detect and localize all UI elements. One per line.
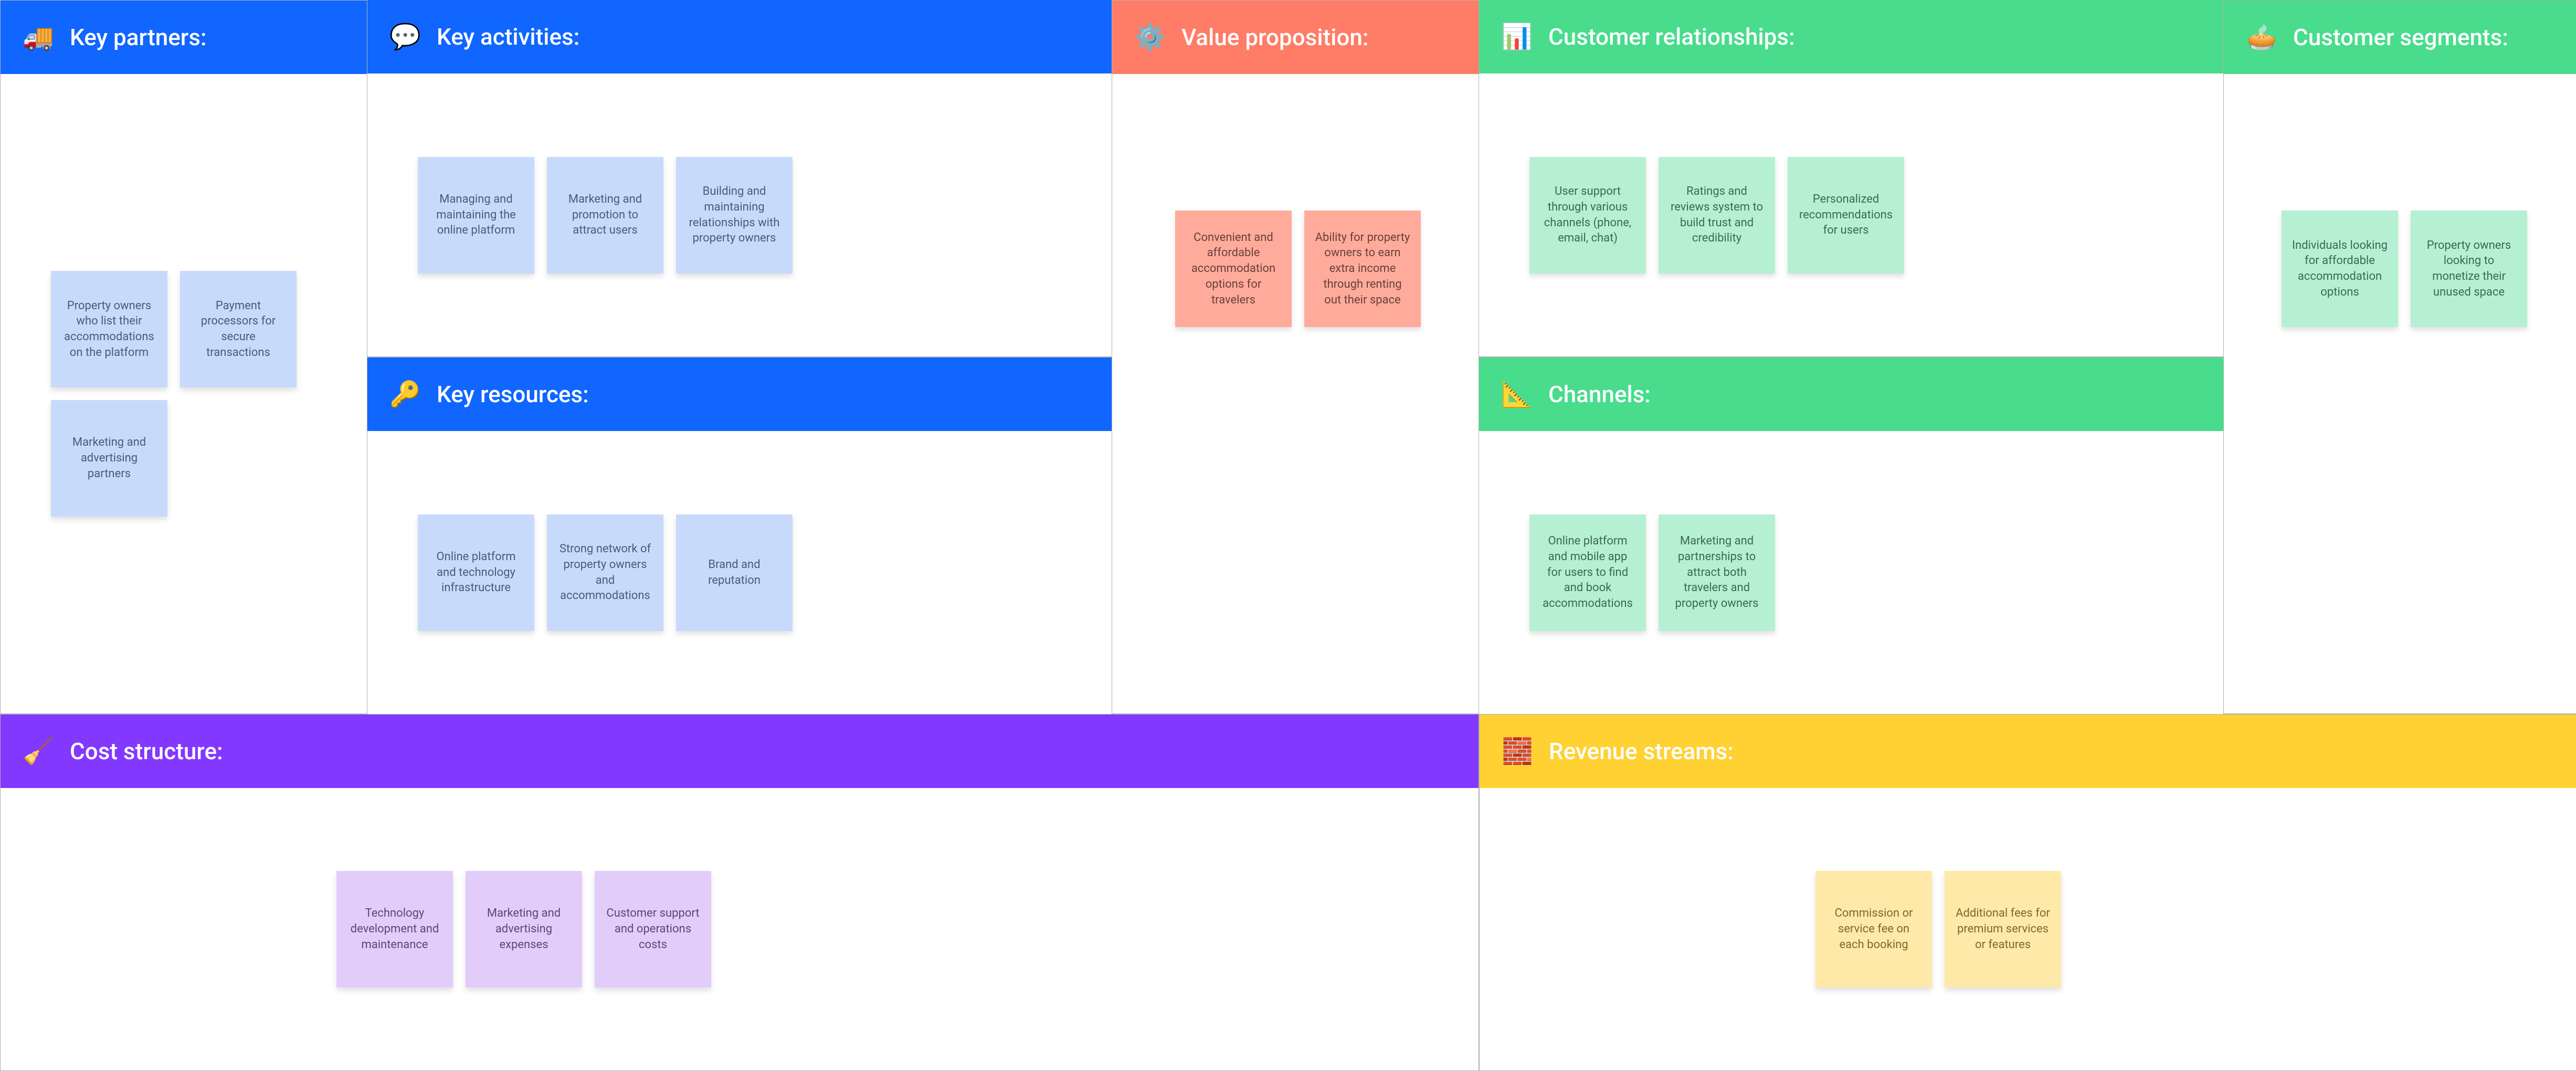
header-value-proposition: ⚙️ Value proposition: — [1112, 1, 1479, 74]
body-revenue-streams: Commission or service fee on each bookin… — [1480, 788, 2576, 1070]
truck-icon: 🚚 — [22, 20, 55, 54]
body-customer-segments: Individuals looking for affordable accom… — [2224, 74, 2576, 713]
sticky-note[interactable]: Commission or service fee on each bookin… — [1815, 871, 1932, 988]
sticky-note[interactable]: Marketing and advertising expenses — [466, 871, 582, 988]
sticky-note[interactable]: Individuals looking for affordable accom… — [2282, 211, 2398, 327]
sticky-note[interactable]: Managing and maintaining the online plat… — [418, 157, 534, 274]
section-value-proposition: ⚙️ Value proposition: Convenient and aff… — [1112, 0, 1479, 714]
sticky-note[interactable]: Additional fees for premium services or … — [1945, 871, 2061, 988]
section-channels: 📐 Channels: Online platform and mobile a… — [1479, 357, 2223, 714]
sticky-note[interactable]: Ability for property owners to earn extr… — [1304, 211, 1421, 327]
header-customer-segments: 🥧 Customer segments: — [2224, 1, 2576, 74]
header-cost-structure: 🧹 Cost structure: — [1, 715, 1479, 788]
chat-icon: 💬 — [388, 20, 422, 54]
sticky-note[interactable]: Strong network of property owners and ac… — [547, 514, 663, 631]
sticky-note[interactable]: Property owners looking to monetize thei… — [2411, 211, 2527, 327]
stack-activities-resources: 💬 Key activities: Managing and maintaini… — [367, 0, 1112, 714]
sticky-note[interactable]: Online platform and mobile app for users… — [1529, 514, 1646, 631]
section-customer-segments: 🥧 Customer segments: Individuals looking… — [2223, 0, 2576, 714]
section-cost-structure: 🧹 Cost structure: Technology development… — [0, 714, 1479, 1071]
header-key-activities: 💬 Key activities: — [367, 0, 1112, 74]
sticky-note[interactable]: Property owners who list their accommoda… — [51, 271, 167, 387]
ruler-icon: 📐 — [1500, 377, 1534, 411]
sticky-note[interactable]: Building and maintaining relationships w… — [676, 157, 793, 274]
body-value-proposition: Convenient and affordable accommodation … — [1112, 74, 1479, 713]
section-key-resources: 🔑 Key resources: Online platform and tec… — [367, 357, 1112, 714]
sticky-note[interactable]: Marketing and advertising partners — [51, 400, 167, 517]
sticky-note[interactable]: Ratings and reviews system to build trus… — [1659, 157, 1775, 274]
notes-value-proposition: Convenient and affordable accommodation … — [1175, 211, 1421, 327]
sticky-note[interactable]: Customer support and operations costs — [595, 871, 711, 988]
notes-customer-relationships: User support through various channels (p… — [1529, 157, 1904, 274]
header-key-partners: 🚚 Key partners: — [1, 1, 367, 74]
body-key-activities: Managing and maintaining the online plat… — [367, 74, 1112, 356]
sticky-note[interactable]: Payment processors for secure transactio… — [180, 271, 297, 387]
title-revenue-streams: Revenue streams: — [1549, 738, 1734, 765]
notes-key-partners: Property owners who list their accommoda… — [51, 271, 324, 517]
header-channels: 📐 Channels: — [1479, 358, 2223, 431]
title-key-activities: Key activities: — [437, 23, 579, 50]
header-revenue-streams: 🧱 Revenue streams: — [1480, 715, 2576, 788]
notes-key-resources: Online platform and technology infrastru… — [418, 514, 793, 631]
sticky-note[interactable]: Online platform and technology infrastru… — [418, 514, 534, 631]
stack-relationships-channels: 📊 Customer relationships: User support t… — [1479, 0, 2223, 714]
title-customer-segments: Customer segments: — [2293, 24, 2508, 51]
body-key-resources: Online platform and technology infrastru… — [367, 431, 1112, 714]
sticky-note[interactable]: User support through various channels (p… — [1529, 157, 1646, 274]
section-customer-relationships: 📊 Customer relationships: User support t… — [1479, 0, 2223, 357]
title-key-partners: Key partners: — [70, 24, 207, 51]
key-icon: 🔑 — [388, 377, 422, 411]
notes-cost-structure: Technology development and maintenance M… — [336, 871, 711, 988]
section-revenue-streams: 🧱 Revenue streams: Commission or service… — [1479, 714, 2576, 1071]
broom-icon: 🧹 — [22, 734, 55, 768]
header-customer-relationships: 📊 Customer relationships: — [1479, 0, 2223, 74]
bar-chart-icon: 📊 — [1500, 20, 1534, 54]
title-value-proposition: Value proposition: — [1181, 24, 1369, 51]
sticky-note[interactable]: Convenient and affordable accommodation … — [1175, 211, 1292, 327]
sticky-note[interactable]: Personalized recommendations for users — [1788, 157, 1904, 274]
body-channels: Online platform and mobile app for users… — [1479, 431, 2223, 714]
notes-channels: Online platform and mobile app for users… — [1529, 514, 1775, 631]
sticky-note[interactable]: Marketing and partnerships to attract bo… — [1659, 514, 1775, 631]
body-key-partners: Property owners who list their accommoda… — [1, 74, 367, 713]
title-key-resources: Key resources: — [437, 381, 589, 408]
section-key-partners: 🚚 Key partners: Property owners who list… — [0, 0, 367, 714]
notes-customer-segments: Individuals looking for affordable accom… — [2282, 211, 2527, 327]
header-key-resources: 🔑 Key resources: — [367, 358, 1112, 431]
section-key-activities: 💬 Key activities: Managing and maintaini… — [367, 0, 1112, 357]
gears-icon: ⚙️ — [1133, 20, 1167, 54]
body-cost-structure: Technology development and maintenance M… — [1, 788, 1479, 1070]
notes-revenue-streams: Commission or service fee on each bookin… — [1815, 871, 2061, 988]
brick-icon: 🧱 — [1501, 734, 1534, 768]
sticky-note[interactable]: Marketing and promotion to attract users — [547, 157, 663, 274]
sticky-note[interactable]: Technology development and maintenance — [336, 871, 453, 988]
sticky-note[interactable]: Brand and reputation — [676, 514, 793, 631]
title-channels: Channels: — [1548, 381, 1651, 408]
notes-key-activities: Managing and maintaining the online plat… — [418, 157, 793, 274]
title-cost-structure: Cost structure: — [70, 738, 223, 765]
title-customer-relationships: Customer relationships: — [1548, 23, 1795, 50]
pie-chart-icon: 🥧 — [2245, 20, 2278, 54]
body-customer-relationships: User support through various channels (p… — [1479, 74, 2223, 356]
business-model-canvas: 🚚 Key partners: Property owners who list… — [0, 0, 2576, 1070]
